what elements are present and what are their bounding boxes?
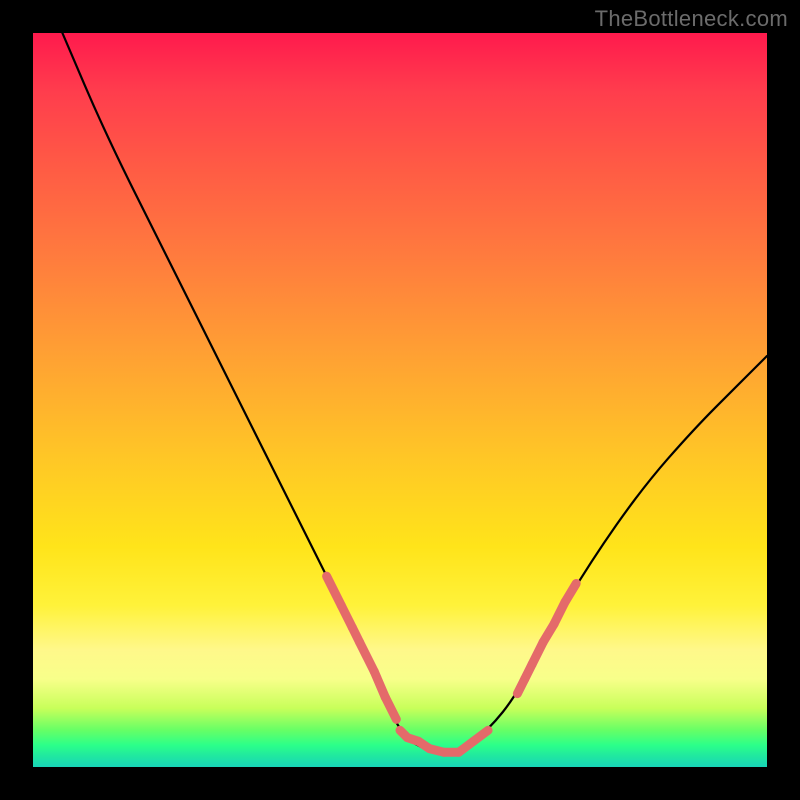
watermark-text: TheBottleneck.com bbox=[595, 6, 788, 32]
gradient-plot-area bbox=[33, 33, 767, 767]
valley-marker-segment bbox=[565, 584, 576, 602]
valley-marker-segment bbox=[473, 730, 488, 741]
valley-marker-segment bbox=[385, 697, 396, 719]
valley-markers bbox=[327, 576, 577, 752]
valley-marker-segment bbox=[360, 642, 375, 671]
valley-marker-segment bbox=[327, 576, 342, 605]
chart-stage: TheBottleneck.com bbox=[0, 0, 800, 800]
curve-layer bbox=[33, 33, 767, 767]
bottleneck-curve bbox=[62, 33, 767, 752]
